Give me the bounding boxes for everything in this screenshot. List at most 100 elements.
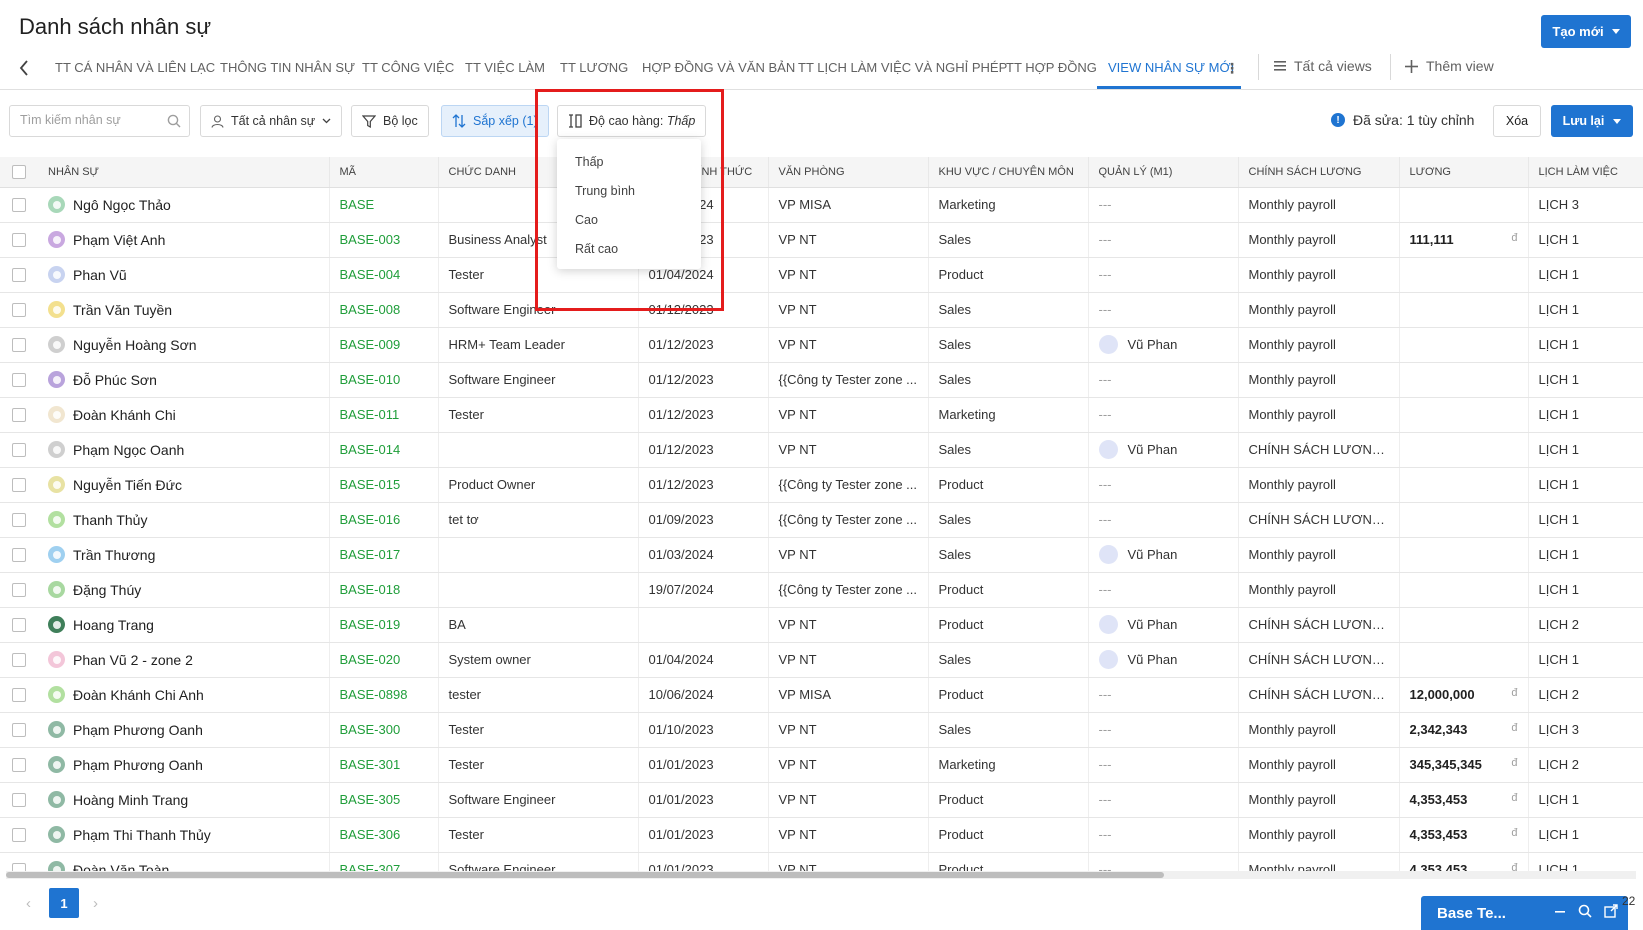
- table-row[interactable]: Đoàn Khánh Chi BASE-011 Tester 01/12/2023 VP…: [0, 397, 1643, 433]
- table-row[interactable]: Phan Vũ BASE-004 Tester 01/04/2024 VP NT Prod…: [0, 257, 1643, 293]
- staff-name-cell[interactable]: Phạm Việt Anh: [38, 222, 330, 258]
- row-checkbox[interactable]: [12, 478, 26, 493]
- row-checkbox[interactable]: [12, 548, 26, 563]
- add-view-link[interactable]: Thêm view: [1405, 58, 1494, 74]
- table-row[interactable]: Trần Văn Tuyền BASE-008 Software Engineer 0…: [0, 292, 1643, 328]
- tab-salary-info[interactable]: TT LƯƠNG: [560, 60, 628, 75]
- staff-name-cell[interactable]: Phạm Ngọc Oanh: [38, 432, 330, 468]
- staff-name-cell[interactable]: Trần Văn Tuyền: [38, 292, 330, 328]
- row-checkbox[interactable]: [12, 793, 26, 808]
- row-checkbox[interactable]: [12, 373, 26, 388]
- save-button[interactable]: Lưu lại: [1551, 105, 1633, 137]
- tab-contracts-documents[interactable]: HỢP ĐỒNG VÀ VĂN BẢN: [642, 60, 795, 75]
- row-checkbox[interactable]: [12, 443, 26, 458]
- create-new-button[interactable]: Tạo mới: [1541, 15, 1631, 48]
- next-page-icon[interactable]: ›: [93, 895, 98, 912]
- row-checkbox[interactable]: [12, 268, 26, 283]
- staff-name-cell[interactable]: Đoàn Khánh Chi Anh: [38, 677, 330, 713]
- horizontal-scrollbar[interactable]: [6, 871, 1636, 879]
- staff-name-cell[interactable]: Phạm Phương Oanh: [38, 747, 330, 783]
- tab-staff-info[interactable]: THÔNG TIN NHÂN SỰ: [220, 60, 355, 75]
- sort-button[interactable]: Sắp xếp (1): [441, 105, 549, 137]
- table-row[interactable]: Phạm Phương Oanh BASE-301 Tester 01/01/2023…: [0, 747, 1643, 783]
- staff-name-cell[interactable]: Phạm Phương Oanh: [38, 712, 330, 748]
- row-checkbox[interactable]: [12, 198, 26, 213]
- row-checkbox[interactable]: [12, 863, 26, 871]
- table-row[interactable]: Đoàn Khánh Chi Anh BASE-0898 tester 10/06/2…: [0, 677, 1643, 713]
- staff-name-cell[interactable]: Trần Thương: [38, 537, 330, 573]
- staff-name-cell[interactable]: Phan Vũ: [38, 257, 330, 293]
- table-row[interactable]: Nguyễn Tiến Đức BASE-015 Product Owner 01/1…: [0, 467, 1643, 503]
- table-row[interactable]: Phan Vũ 2 - zone 2 BASE-020 System owner 01…: [0, 642, 1643, 678]
- tab-schedule-leave[interactable]: TT LỊCH LÀM VIỆC VÀ NGHỈ PHÉP: [798, 60, 1007, 75]
- row-checkbox[interactable]: [12, 618, 26, 633]
- staff-name-cell[interactable]: Đỗ Phúc Sơn: [38, 362, 330, 398]
- column-header[interactable]: LƯƠNG: [1399, 157, 1529, 188]
- row-checkbox[interactable]: [12, 653, 26, 668]
- row-checkbox[interactable]: [12, 303, 26, 318]
- staff-name-cell[interactable]: Đặng Thúy: [38, 572, 330, 608]
- column-header[interactable]: CHÍNH SÁCH LƯƠNG: [1238, 157, 1400, 188]
- row-checkbox[interactable]: [12, 688, 26, 703]
- row-checkbox[interactable]: [12, 408, 26, 423]
- table-row[interactable]: Đỗ Phúc Sơn BASE-010 Software Engineer 01/1…: [0, 362, 1643, 398]
- page-number-button[interactable]: 1: [49, 888, 79, 918]
- staff-name-cell[interactable]: Đoàn Văn Toàn: [38, 852, 330, 871]
- table-row[interactable]: Đoàn Văn Toàn BASE-307 Software Engineer 01…: [0, 852, 1643, 871]
- column-header[interactable]: LỊCH LÀM VIỆC: [1528, 157, 1643, 188]
- staff-name-cell[interactable]: Hoàng Minh Trang: [38, 782, 330, 818]
- column-header[interactable]: MÃ: [329, 157, 439, 188]
- tab-job-info[interactable]: TT CÔNG VIỆC: [362, 60, 454, 75]
- scrollbar-thumb[interactable]: [6, 872, 1164, 878]
- tab-new-staff-view[interactable]: VIEW NHÂN SỰ MỚI: [1108, 60, 1234, 75]
- column-header[interactable]: QUẢN LÝ (M1): [1088, 157, 1239, 188]
- chevron-down-icon[interactable]: [1613, 118, 1622, 124]
- table-row[interactable]: Phạm Ngọc Oanh BASE-014 01/12/2023 VP NT Sal…: [0, 432, 1643, 468]
- table-row[interactable]: Thanh Thủy BASE-016 tet tơ 01/09/2023 {{Công…: [0, 502, 1643, 538]
- clear-button[interactable]: Xóa: [1493, 105, 1541, 137]
- staff-name-cell[interactable]: Nguyễn Tiến Đức: [38, 467, 330, 503]
- table-row[interactable]: Nguyễn Hoàng Sơn BASE-009 HRM+ Team Leader…: [0, 327, 1643, 363]
- more-vertical-icon[interactable]: ⋮: [1225, 60, 1239, 77]
- staff-name-cell[interactable]: Hoang Trang: [38, 607, 330, 643]
- table-row[interactable]: Đặng Thúy BASE-018 19/07/2024 {{Công ty Tes…: [0, 572, 1643, 608]
- table-row[interactable]: Phạm Phương Oanh BASE-300 Tester 01/10/2023…: [0, 712, 1643, 748]
- staff-name-cell[interactable]: Đoàn Khánh Chi: [38, 397, 330, 433]
- search-icon[interactable]: [167, 114, 181, 131]
- minimize-icon[interactable]: [1554, 904, 1566, 918]
- staff-name-cell[interactable]: Phan Vũ 2 - zone 2: [38, 642, 330, 678]
- all-views-link[interactable]: Tất cả views: [1274, 58, 1372, 74]
- row-checkbox[interactable]: [12, 513, 26, 528]
- staff-name-cell[interactable]: Phạm Thi Thanh Thủy: [38, 817, 330, 853]
- external-link-icon[interactable]: [1604, 904, 1618, 918]
- table-row[interactable]: Ngô Ngọc ThảoBASE01/04/2024VP MISAMarket…: [0, 187, 1643, 223]
- table-row[interactable]: Hoang Trang BASE-019 BA VP NT Product Vũ Phan…: [0, 607, 1643, 643]
- search-input[interactable]: [20, 113, 160, 127]
- table-row[interactable]: Phạm Thi Thanh Thủy BASE-306 Tester 01/01/2…: [0, 817, 1643, 853]
- row-checkbox[interactable]: [12, 758, 26, 773]
- search-icon[interactable]: [1578, 904, 1592, 918]
- chat-widget[interactable]: Base Te...: [1421, 896, 1628, 930]
- table-row[interactable]: Trần Thương BASE-017 01/03/2024 VP NT Sales V…: [0, 537, 1643, 573]
- tab-personal-contact[interactable]: TT CÁ NHÂN VÀ LIÊN LẠC: [55, 60, 215, 75]
- chevron-left-icon[interactable]: [14, 58, 34, 78]
- select-all-checkbox[interactable]: [12, 164, 26, 179]
- row-checkbox[interactable]: [12, 338, 26, 353]
- table-row[interactable]: Hoàng Minh Trang BASE-305 Software Enginee…: [0, 782, 1643, 818]
- all-staff-dropdown[interactable]: Tất cả nhân sự: [200, 105, 343, 137]
- tab-contract-info[interactable]: TT HỢP ĐỒNG: [1006, 60, 1097, 75]
- column-header[interactable]: VĂN PHÒNG: [768, 157, 929, 188]
- staff-name-cell[interactable]: Nguyễn Hoàng Sơn: [38, 327, 330, 363]
- column-header[interactable]: NHÂN SỰ: [38, 157, 330, 188]
- staff-name-cell[interactable]: Ngô Ngọc Thảo: [38, 187, 330, 223]
- column-header[interactable]: KHU VỰC / CHUYÊN MÔN: [928, 157, 1089, 188]
- row-checkbox[interactable]: [12, 583, 26, 598]
- table-row[interactable]: Phạm Việt AnhBASE-003Business Analyst01/…: [0, 222, 1643, 258]
- tab-employment-info[interactable]: TT VIỆC LÀM: [465, 60, 545, 75]
- staff-name-cell[interactable]: Thanh Thủy: [38, 502, 330, 538]
- row-checkbox[interactable]: [12, 723, 26, 738]
- row-checkbox[interactable]: [12, 828, 26, 843]
- row-checkbox[interactable]: [12, 233, 26, 248]
- prev-page-icon[interactable]: ‹: [26, 895, 31, 912]
- filter-button[interactable]: Bộ lọc: [351, 105, 429, 137]
